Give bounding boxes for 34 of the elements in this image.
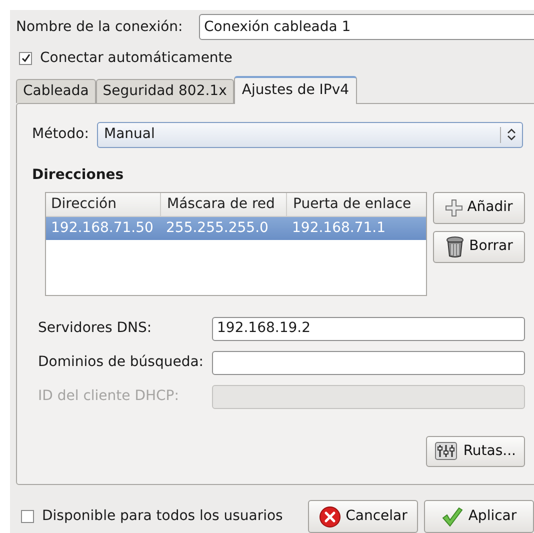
tab[interactable]: Seguridad 802.1x [96, 78, 234, 103]
input-field[interactable] [212, 350, 525, 375]
apply-button[interactable]: Aplicar [424, 500, 534, 533]
method-dropdown[interactable]: Manual [97, 122, 523, 148]
checkmark-icon [441, 506, 464, 528]
routes-icon [435, 442, 458, 460]
checkbox[interactable] [21, 510, 34, 523]
table-cell-text: 192.168.71.50 [50, 218, 154, 238]
delete-button[interactable]: Borrar [433, 230, 525, 263]
field-label: ID del cliente DHCP: [38, 387, 180, 406]
checkbox[interactable] [19, 52, 32, 64]
column-header[interactable]: Máscara de red [160, 192, 286, 216]
add-button[interactable]: Añadir [433, 192, 525, 224]
table-cell-text: 255.255.255.0 [165, 218, 270, 238]
cancel-button[interactable]: Cancelar [308, 500, 418, 533]
column-header[interactable]: Puerta de enlace [286, 192, 426, 216]
checkbox-label: Disponible para todos los usuarios [42, 507, 283, 526]
input-field[interactable]: Conexión cableada 1 [199, 14, 534, 40]
up-down-arrows-icon [507, 128, 516, 142]
column-header[interactable]: Dirección [46, 192, 160, 216]
tab[interactable]: Cableada [16, 78, 96, 103]
plus-icon [445, 198, 464, 217]
tab[interactable]: Ajustes de IPv4 [234, 76, 358, 104]
trash-can-icon [445, 236, 466, 258]
field-label: Nombre de la conexión: [16, 18, 184, 36]
input-field[interactable]: 192.168.19.2 [212, 316, 525, 341]
routes-button[interactable]: Rutas... [426, 436, 525, 467]
table-cell-text: 192.168.71.1 [291, 218, 387, 238]
checkbox-label: Conectar automáticamente [40, 48, 232, 68]
cancel-icon [318, 506, 341, 528]
section-heading: Direcciones [32, 166, 125, 185]
field-label: Método: [32, 125, 90, 144]
field-label: Dominios de búsqueda: [38, 353, 205, 372]
field-label: Servidores DNS: [38, 319, 153, 338]
